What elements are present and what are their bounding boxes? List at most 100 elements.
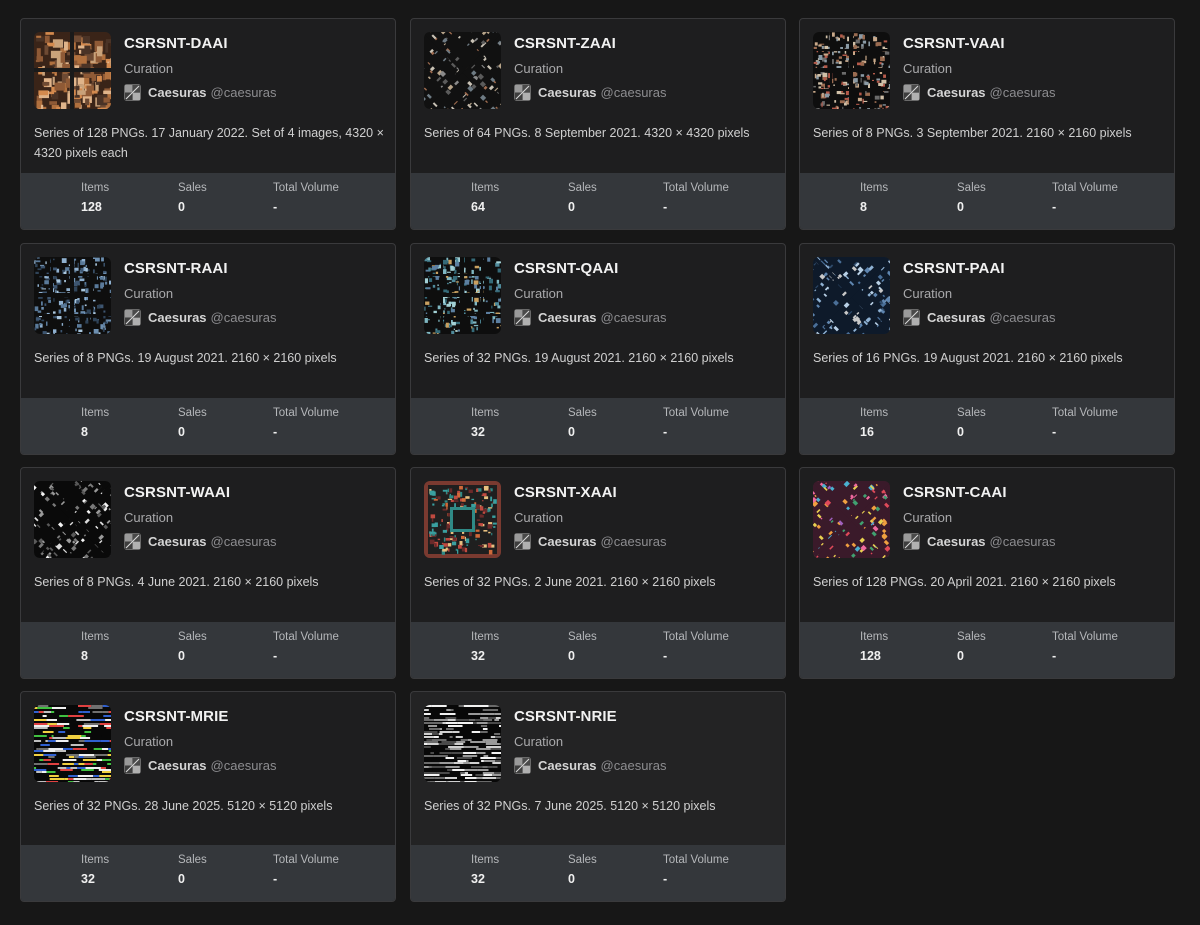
collection-thumbnail[interactable]	[813, 257, 890, 334]
artist-link[interactable]: Caesuras @caesuras	[903, 84, 1056, 101]
collection-title[interactable]: CSRSNT-NRIE	[514, 708, 617, 725]
collection-thumbnail[interactable]	[813, 481, 890, 558]
artist-avatar	[124, 757, 141, 774]
collection-description: Series of 128 PNGs. 17 January 2022. Set…	[34, 126, 384, 160]
stat-volume: Total Volume -	[1052, 631, 1118, 663]
stat-volume-label: Total Volume	[273, 182, 339, 194]
collection-stats: Items 8 Sales 0 Total Volume -	[21, 398, 395, 454]
stat-items: Items 8	[81, 407, 109, 439]
collection-card[interactable]: CSRSNT-QAAI Curation Caesuras @caesuras …	[410, 243, 786, 455]
stat-items: Items 32	[471, 407, 499, 439]
artist-link[interactable]: Caesuras @caesuras	[514, 533, 667, 550]
artist-name: Caesuras	[148, 534, 207, 549]
collection-thumbnail[interactable]	[424, 32, 501, 109]
stat-items: Items 128	[81, 182, 109, 214]
artist-link[interactable]: Caesuras @caesuras	[514, 309, 667, 326]
collection-thumbnail[interactable]	[424, 257, 501, 334]
stat-items-label: Items	[81, 854, 110, 866]
collection-title[interactable]: CSRSNT-DAAI	[124, 35, 228, 52]
stat-sales-value: 0	[568, 425, 575, 439]
stat-sales-label: Sales	[568, 407, 597, 419]
stat-items-label: Items	[471, 854, 500, 866]
collection-card[interactable]: CSRSNT-CAAI Curation Caesuras @caesuras …	[799, 467, 1175, 679]
stat-sales-value: 0	[568, 200, 575, 214]
artist-link[interactable]: Caesuras @caesuras	[124, 757, 277, 774]
artist-name: Caesuras	[538, 758, 597, 773]
collection-card[interactable]: CSRSNT-WAAI Curation Caesuras @caesuras …	[20, 467, 396, 679]
collection-card[interactable]: CSRSNT-RAAI Curation Caesuras @caesuras …	[20, 243, 396, 455]
stat-volume-value: -	[273, 200, 278, 214]
collection-stats: Items 128 Sales 0 Total Volume -	[800, 622, 1174, 678]
collection-title[interactable]: CSRSNT-RAAI	[124, 260, 228, 277]
collection-thumbnail[interactable]	[34, 32, 111, 109]
collection-title[interactable]: CSRSNT-XAAI	[514, 484, 617, 501]
collection-kind: Curation	[514, 510, 564, 525]
stat-sales: Sales 0	[957, 182, 986, 214]
stat-volume-label: Total Volume	[273, 854, 339, 866]
collection-card[interactable]: CSRSNT-DAAI Curation Caesuras @caesuras …	[20, 18, 396, 230]
stat-items: Items 128	[860, 631, 888, 663]
collection-description: Series of 8 PNGs. 4 June 2021. 2160 × 21…	[34, 575, 319, 589]
collection-thumbnail[interactable]	[813, 32, 890, 109]
collection-kind: Curation	[124, 734, 174, 749]
stat-sales-label: Sales	[178, 854, 207, 866]
collection-thumbnail[interactable]	[34, 705, 111, 782]
stat-volume-label: Total Volume	[273, 407, 339, 419]
stat-sales: Sales 0	[957, 407, 986, 439]
stat-sales-label: Sales	[568, 182, 597, 194]
collection-thumbnail[interactable]	[424, 481, 501, 558]
stat-items-label: Items	[860, 407, 889, 419]
stat-items-label: Items	[81, 182, 110, 194]
artist-link[interactable]: Caesuras @caesuras	[124, 533, 277, 550]
stat-items-value: 32	[471, 649, 485, 663]
stat-volume-value: -	[663, 425, 668, 439]
stat-volume-label: Total Volume	[273, 631, 339, 643]
stat-items: Items 16	[860, 407, 888, 439]
stat-items-label: Items	[81, 407, 110, 419]
stat-volume-label: Total Volume	[663, 407, 729, 419]
collection-card[interactable]: CSRSNT-ZAAI Curation Caesuras @caesuras …	[410, 18, 786, 230]
artist-link[interactable]: Caesuras @caesuras	[514, 757, 667, 774]
collection-stats: Items 128 Sales 0 Total Volume -	[21, 173, 395, 229]
artist-link[interactable]: Caesuras @caesuras	[514, 84, 667, 101]
collection-thumbnail[interactable]	[34, 257, 111, 334]
collection-title[interactable]: CSRSNT-MRIE	[124, 708, 228, 725]
stat-volume: Total Volume -	[663, 182, 729, 214]
artist-name: Caesuras	[927, 310, 986, 325]
collection-card[interactable]: CSRSNT-PAAI Curation Caesuras @caesuras …	[799, 243, 1175, 455]
stat-volume: Total Volume -	[1052, 407, 1118, 439]
stat-items-value: 16	[860, 425, 874, 439]
collection-title[interactable]: CSRSNT-QAAI	[514, 260, 618, 277]
artist-handle: @caesuras	[600, 85, 667, 100]
stat-items: Items 32	[471, 854, 499, 886]
collection-title[interactable]: CSRSNT-ZAAI	[514, 35, 616, 52]
collection-description: Series of 32 PNGs. 19 August 2021. 2160 …	[424, 351, 734, 365]
collection-title[interactable]: CSRSNT-CAAI	[903, 484, 1007, 501]
collection-thumbnail[interactable]	[34, 481, 111, 558]
collection-card[interactable]: CSRSNT-NRIE Curation Caesuras @caesuras …	[410, 691, 786, 902]
collection-thumbnail[interactable]	[424, 705, 501, 782]
artist-avatar	[903, 309, 920, 326]
collection-title[interactable]: CSRSNT-VAAI	[903, 35, 1005, 52]
stat-items-label: Items	[471, 631, 500, 643]
artist-link[interactable]: Caesuras @caesuras	[903, 533, 1056, 550]
artist-link[interactable]: Caesuras @caesuras	[124, 309, 277, 326]
stat-items-label: Items	[471, 407, 500, 419]
artist-link[interactable]: Caesuras @caesuras	[903, 309, 1056, 326]
artist-link[interactable]: Caesuras @caesuras	[124, 84, 277, 101]
collection-card[interactable]: CSRSNT-VAAI Curation Caesuras @caesuras …	[799, 18, 1175, 230]
artist-name: Caesuras	[148, 85, 207, 100]
artist-handle: @caesuras	[600, 534, 667, 549]
stat-sales: Sales 0	[568, 854, 597, 886]
stat-items-value: 128	[860, 649, 881, 663]
collection-title[interactable]: CSRSNT-PAAI	[903, 260, 1005, 277]
stat-sales-value: 0	[957, 649, 964, 663]
stat-volume-value: -	[663, 200, 668, 214]
collection-card[interactable]: CSRSNT-MRIE Curation Caesuras @caesuras …	[20, 691, 396, 902]
collection-card[interactable]: CSRSNT-XAAI Curation Caesuras @caesuras …	[410, 467, 786, 679]
collection-kind: Curation	[903, 61, 953, 76]
stat-volume-label: Total Volume	[1052, 631, 1118, 643]
stat-sales: Sales 0	[568, 182, 597, 214]
stat-volume-value: -	[1052, 200, 1057, 214]
collection-title[interactable]: CSRSNT-WAAI	[124, 484, 230, 501]
